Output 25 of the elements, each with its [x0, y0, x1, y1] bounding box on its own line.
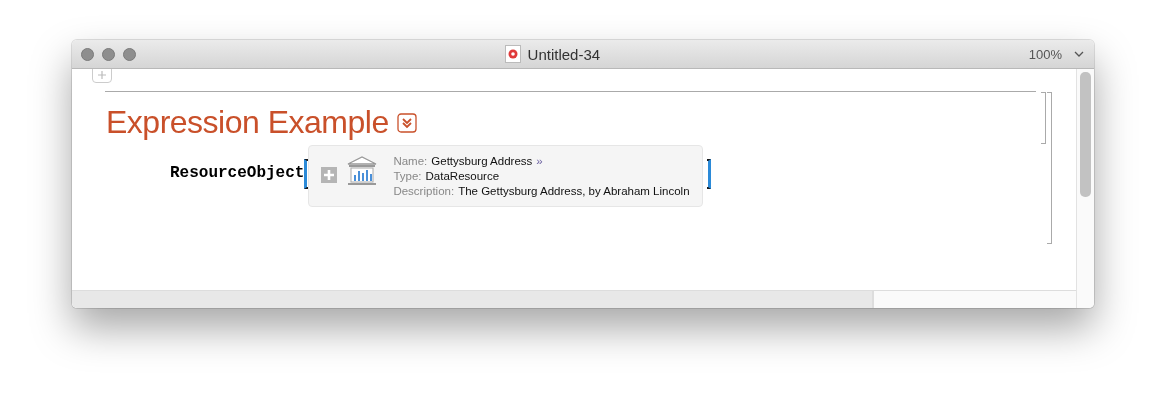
cell-bracket[interactable] [1041, 92, 1046, 144]
field-label: Name: [393, 155, 428, 167]
chevron-menu-icon[interactable] [396, 112, 417, 133]
field-value: Gettysburg Address [431, 155, 533, 167]
cell-bracket[interactable] [1047, 92, 1052, 244]
open-link[interactable]: » [536, 155, 543, 167]
right-bracket [706, 159, 711, 189]
document-icon [504, 45, 521, 63]
field-value: The Gettysburg Address, by Abraham Lincoln [458, 185, 690, 197]
section-heading: Expression Example [106, 104, 389, 141]
field-label: Type: [393, 170, 422, 182]
close-button[interactable] [81, 47, 94, 61]
window-title: Untitled-34 [527, 45, 601, 63]
horizontal-scrollbar[interactable] [72, 290, 1076, 308]
plus-icon[interactable] [92, 69, 112, 83]
zoom-level[interactable]: 100% [1028, 46, 1062, 62]
expand-icon[interactable] [321, 167, 338, 183]
field-value: DataResource [425, 170, 500, 182]
chevron-down-icon[interactable] [1074, 50, 1084, 58]
minimize-button[interactable] [102, 47, 115, 61]
zoom-button[interactable] [123, 47, 136, 61]
expression-head: ResourceObject [170, 164, 305, 182]
vertical-scrollbar[interactable] [1076, 69, 1094, 308]
bank-chart-icon [346, 155, 379, 187]
field-label: Description: [393, 185, 455, 197]
